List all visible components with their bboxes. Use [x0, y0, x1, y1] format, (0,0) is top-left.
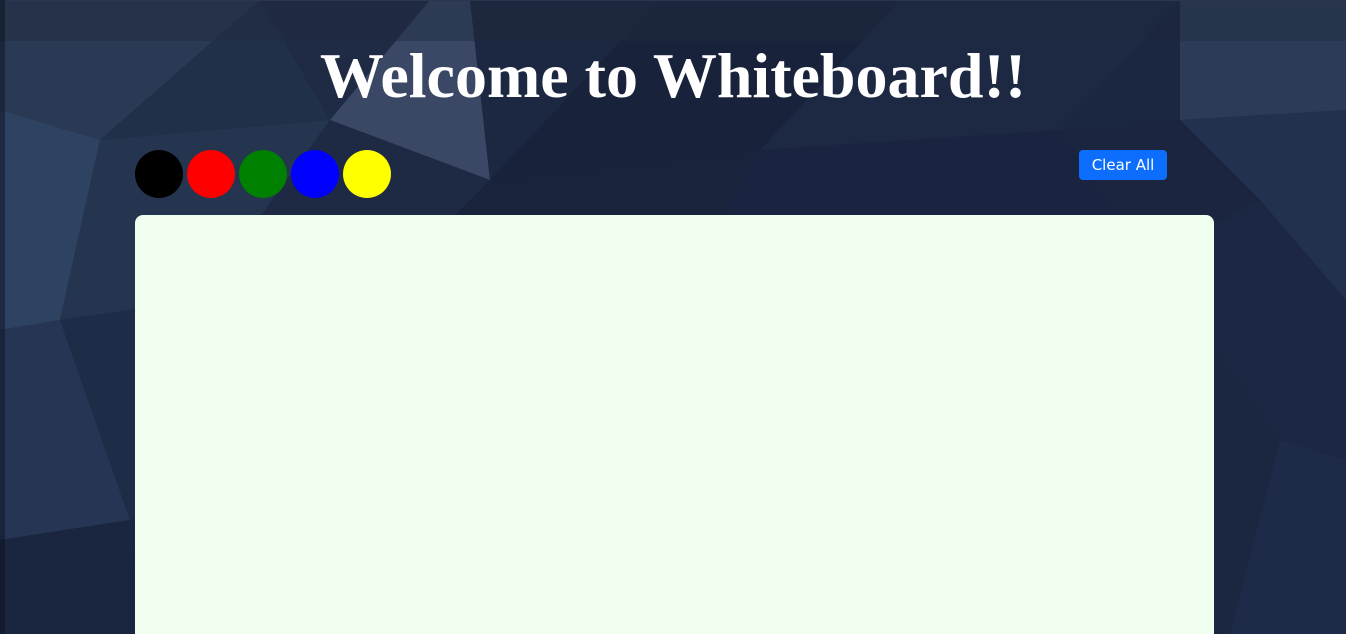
color-swatch-green[interactable]: [239, 150, 287, 198]
color-swatch-blue[interactable]: [291, 150, 339, 198]
color-palette: [135, 150, 391, 198]
color-swatch-black[interactable]: [135, 150, 183, 198]
top-bar: [0, 0, 1346, 41]
color-swatch-red[interactable]: [187, 150, 235, 198]
drawing-canvas[interactable]: [135, 215, 1214, 634]
clear-all-button[interactable]: Clear All: [1079, 150, 1167, 180]
color-swatch-yellow[interactable]: [343, 150, 391, 198]
page-title: Welcome to Whiteboard!!: [319, 40, 1027, 111]
